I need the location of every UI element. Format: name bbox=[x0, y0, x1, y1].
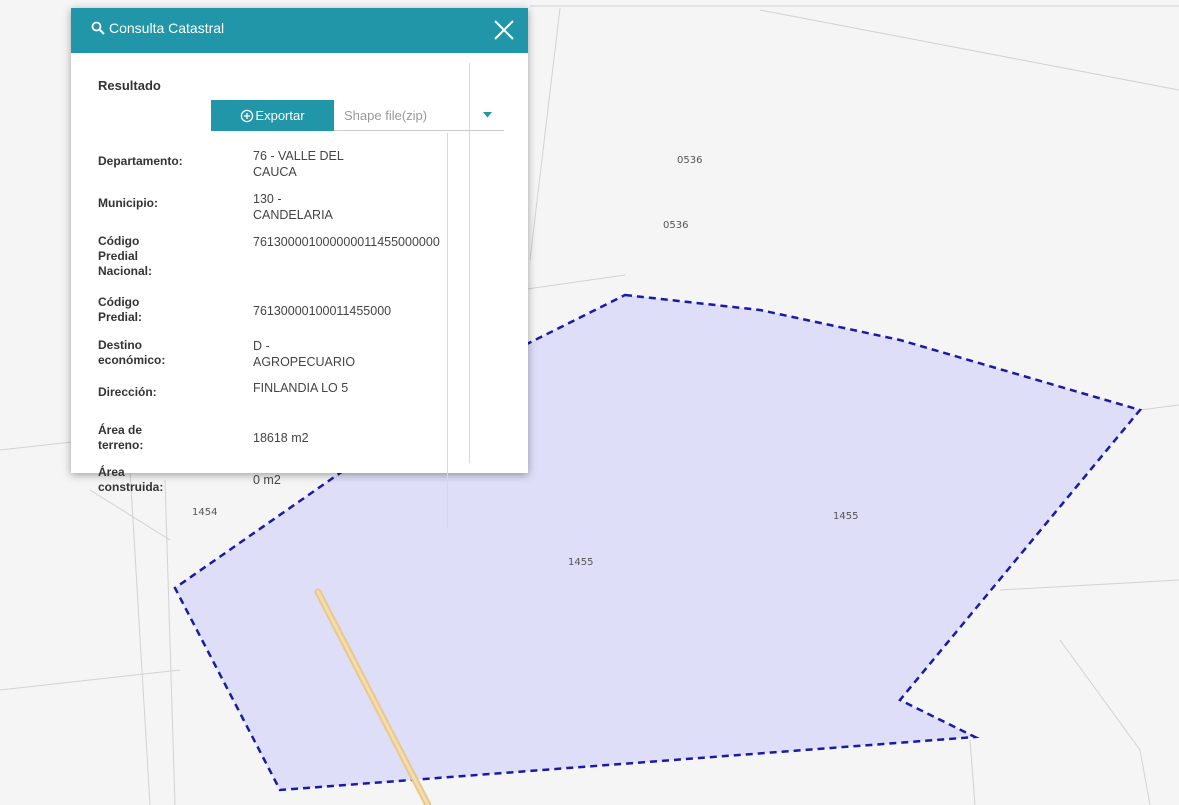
search-icon bbox=[91, 21, 105, 35]
detail-label: Destino económico: bbox=[98, 338, 166, 367]
cadastral-query-panel: Consulta Catastral Resultado Exportar Sh… bbox=[71, 8, 528, 528]
detail-value: FINLANDIA LO 5 bbox=[253, 381, 349, 395]
detail-value: 76 - VALLE DEL CAUCA bbox=[253, 149, 344, 179]
column-divider bbox=[447, 133, 448, 528]
parcel-label: 1454 bbox=[192, 507, 217, 518]
export-row: Exportar Shape file(zip) bbox=[211, 100, 504, 131]
detail-row: Destino económico: D - AGROPECUARIO bbox=[98, 338, 363, 370]
export-format-value: Shape file(zip) bbox=[344, 107, 428, 123]
detail-row: Área de terreno: 18618 m2 bbox=[98, 423, 309, 453]
chevron-down-icon bbox=[483, 112, 492, 118]
panel-title-wrap: Consulta Catastral bbox=[91, 20, 224, 36]
detail-label: Municipio: bbox=[98, 196, 158, 210]
panel-body: Resultado Exportar Shape file(zip) Depar… bbox=[71, 53, 528, 528]
parcel-label: 1455 bbox=[833, 511, 858, 522]
detail-row: Código Predial Nacional: 761300001000000… bbox=[98, 234, 513, 279]
panel-title: Consulta Catastral bbox=[109, 20, 225, 36]
detail-row: Código Predial: 76130000100011455000 bbox=[98, 295, 473, 325]
parcel-label: 1455 bbox=[568, 557, 593, 568]
detail-value: 130 - CANDELARIA bbox=[253, 192, 333, 222]
detail-label: Área de terreno: bbox=[98, 423, 144, 452]
detail-label: Código Predial Nacional: bbox=[98, 234, 153, 278]
panel-header: Consulta Catastral bbox=[71, 8, 528, 53]
detail-row: Dirección: FINLANDIA LO 5 bbox=[98, 380, 363, 400]
detail-row: Área construida: 0 m2 bbox=[98, 465, 281, 495]
detail-value: 76130000100011455000 bbox=[253, 304, 392, 318]
parcel-label: 0536 bbox=[663, 220, 688, 231]
plus-circle-icon bbox=[241, 109, 254, 122]
close-icon[interactable] bbox=[490, 16, 518, 44]
detail-row: Departamento: 76 - VALLE DEL CAUCA bbox=[98, 148, 363, 180]
detail-label: Dirección: bbox=[98, 385, 157, 399]
detail-row: Municipio: 130 - CANDELARIA bbox=[98, 191, 363, 223]
detail-value: 761300001000000011455000000 bbox=[253, 235, 440, 249]
export-button[interactable]: Exportar bbox=[211, 100, 334, 131]
detail-label: Área construida: bbox=[98, 465, 164, 494]
detail-value: 18618 m2 bbox=[253, 431, 309, 445]
detail-label: Código Predial: bbox=[98, 295, 143, 324]
result-heading: Resultado bbox=[98, 78, 161, 93]
detail-value: D - AGROPECUARIO bbox=[253, 339, 356, 369]
parcel-label: 0536 bbox=[677, 155, 702, 166]
detail-label: Departamento: bbox=[98, 154, 183, 168]
export-format-select[interactable]: Shape file(zip) bbox=[334, 100, 504, 131]
export-button-label: Exportar bbox=[255, 108, 305, 123]
detail-value: 0 m2 bbox=[253, 473, 281, 487]
